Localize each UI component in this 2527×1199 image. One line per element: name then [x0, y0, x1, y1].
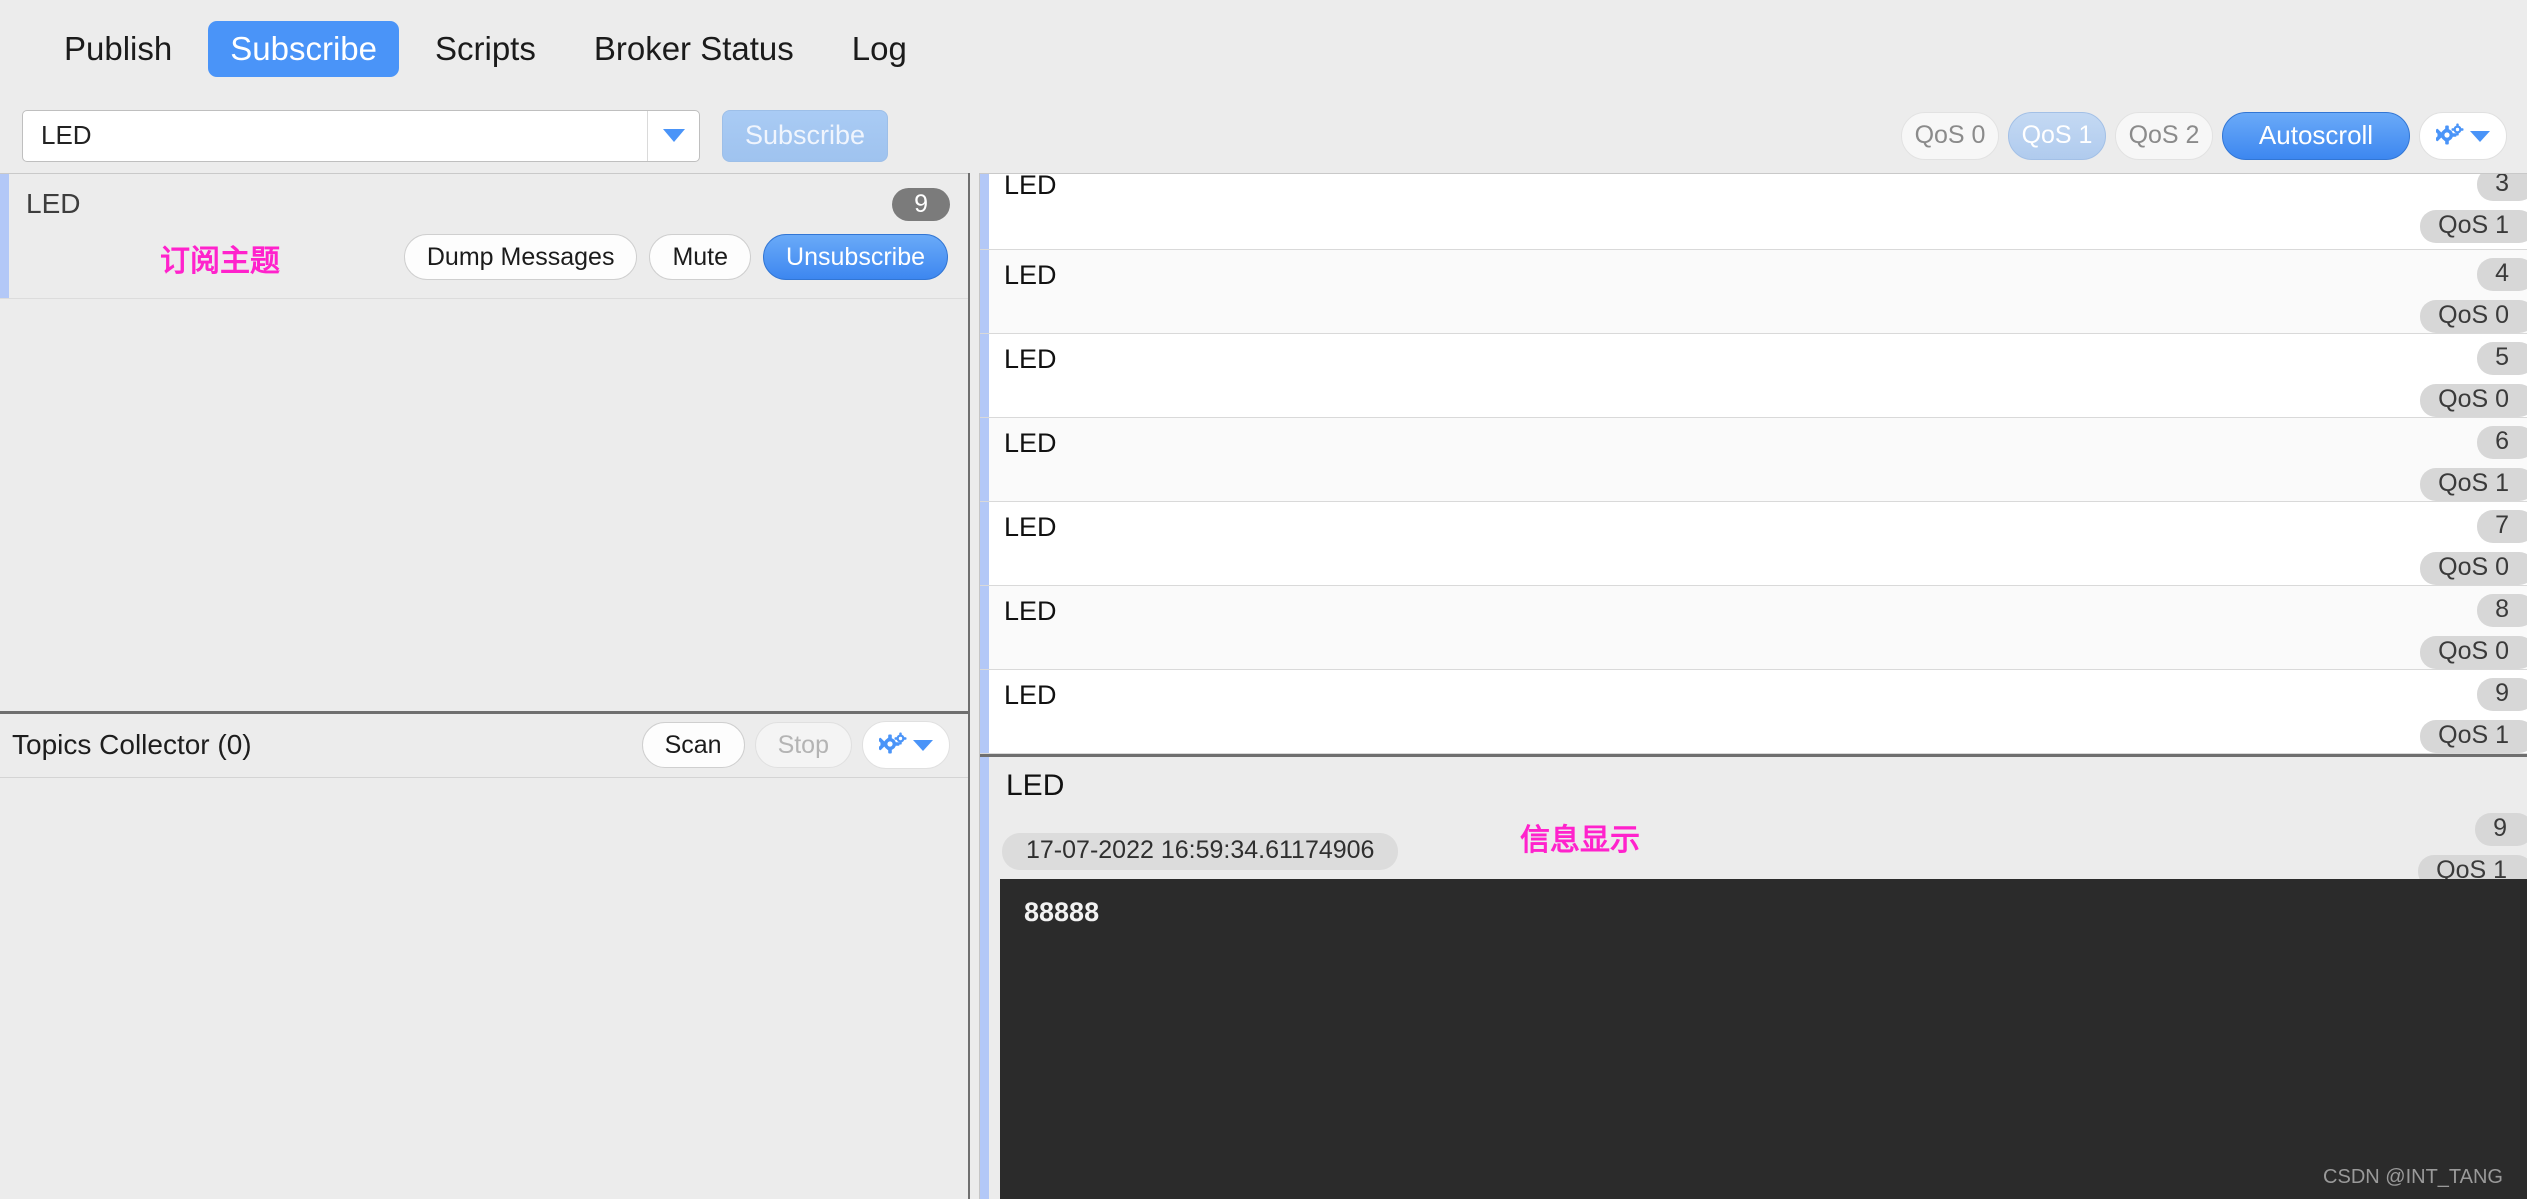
- message-qos-badge: QoS 1: [2420, 468, 2527, 501]
- topics-collector-body: [0, 778, 968, 1199]
- message-row[interactable]: LED 8 QoS 0: [980, 586, 2527, 670]
- stop-button: Stop: [755, 722, 852, 768]
- message-accent-bar: [980, 586, 989, 669]
- chevron-down-icon: [912, 737, 934, 753]
- payload-viewer[interactable]: 88888 CSDN @INT_TANG: [1000, 879, 2527, 1199]
- main-navbar: Publish Subscribe Scripts Broker Status …: [0, 0, 2527, 98]
- scan-button[interactable]: Scan: [642, 722, 745, 768]
- message-qos-badge: QoS 0: [2420, 552, 2527, 585]
- vertical-splitter[interactable]: [968, 173, 980, 1199]
- message-index-badge: 5: [2477, 342, 2527, 375]
- chevron-down-icon: [2469, 128, 2491, 144]
- message-index-badge: 6: [2477, 426, 2527, 459]
- dump-messages-button[interactable]: Dump Messages: [404, 234, 638, 280]
- message-topic: LED: [1004, 428, 1057, 459]
- mute-button[interactable]: Mute: [649, 234, 751, 280]
- qos-1-button[interactable]: QoS 1: [2008, 112, 2106, 160]
- messages-list[interactable]: LED 3 QoS 1 LED 4 QoS 0 LED 5 QoS 0 LED …: [980, 174, 2527, 754]
- subscribe-annotation-label: 订阅主题: [160, 236, 280, 280]
- topics-collector-title: Topics Collector (0): [12, 729, 252, 761]
- message-index-badge: 3: [2477, 174, 2527, 201]
- message-qos-badge: QoS 1: [2420, 210, 2527, 243]
- message-row[interactable]: LED 5 QoS 0: [980, 334, 2527, 418]
- message-topic: LED: [1004, 344, 1057, 375]
- message-index-badge: 8: [2477, 594, 2527, 627]
- payload-text: 88888: [1024, 897, 1099, 927]
- message-accent-bar: [980, 334, 989, 417]
- toolbar-right-group: QoS 0 QoS 1 QoS 2 Autoscroll: [1901, 112, 2507, 160]
- message-row[interactable]: LED 3 QoS 1: [980, 174, 2527, 250]
- message-qos-badge: QoS 0: [2420, 384, 2527, 417]
- nav-item-log[interactable]: Log: [830, 21, 929, 77]
- topics-collector-panel: Topics Collector (0) Scan Stop: [0, 711, 968, 1199]
- subscription-topic: LED: [26, 188, 80, 220]
- detail-index-badge: 9: [2475, 813, 2527, 846]
- detail-annotation-label: 信息显示: [1520, 815, 1640, 859]
- nav-item-scripts[interactable]: Scripts: [413, 21, 558, 77]
- message-accent-bar: [980, 174, 989, 249]
- subscription-count-badge: 9: [892, 188, 950, 221]
- main-split: LED 9 订阅主题 Dump Messages Mute Unsubscrib…: [0, 173, 2527, 1199]
- message-index-badge: 9: [2477, 678, 2527, 711]
- message-topic: LED: [1004, 174, 1057, 201]
- qos-2-button[interactable]: QoS 2: [2115, 112, 2213, 160]
- message-accent-bar: [980, 670, 989, 753]
- message-topic: LED: [1004, 680, 1057, 711]
- toolbar-settings-button[interactable]: [2419, 112, 2507, 160]
- message-topic: LED: [1004, 596, 1057, 627]
- subscription-item[interactable]: LED 9 订阅主题 Dump Messages Mute Unsubscrib…: [0, 174, 968, 299]
- message-qos-badge: QoS 0: [2420, 636, 2527, 669]
- left-pane: LED 9 订阅主题 Dump Messages Mute Unsubscrib…: [0, 173, 968, 1199]
- nav-item-subscribe[interactable]: Subscribe: [208, 21, 399, 77]
- unsubscribe-button[interactable]: Unsubscribe: [763, 234, 948, 280]
- message-row[interactable]: LED 9 QoS 1: [980, 670, 2527, 754]
- detail-topic: LED: [1006, 769, 1064, 803]
- message-accent-bar: [980, 250, 989, 333]
- subscription-accent-bar: [0, 174, 9, 298]
- message-topic: LED: [1004, 260, 1057, 291]
- subscribe-toolbar: LED Subscribe QoS 0 QoS 1 QoS 2 Autoscro…: [0, 98, 2527, 173]
- watermark-label: CSDN @INT_TANG: [2323, 1166, 2503, 1189]
- message-index-badge: 7: [2477, 510, 2527, 543]
- topic-combobox[interactable]: LED: [22, 110, 700, 162]
- subscription-actions: Dump Messages Mute Unsubscribe: [404, 234, 948, 280]
- message-row[interactable]: LED 6 QoS 1: [980, 418, 2527, 502]
- topics-collector-bar: Topics Collector (0) Scan Stop: [0, 714, 968, 778]
- subscriptions-list: LED 9 订阅主题 Dump Messages Mute Unsubscrib…: [0, 174, 968, 711]
- topic-input[interactable]: LED: [23, 120, 647, 151]
- detail-header: LED 信息显示 17-07-2022 16:59:34.61174906 9 …: [980, 757, 2527, 879]
- message-index-badge: 4: [2477, 258, 2527, 291]
- gear-icon: [2436, 122, 2466, 150]
- topics-collector-actions: Scan Stop: [642, 721, 950, 769]
- message-row[interactable]: LED 4 QoS 0: [980, 250, 2527, 334]
- message-qos-badge: QoS 1: [2420, 720, 2527, 753]
- nav-item-publish[interactable]: Publish: [42, 21, 194, 77]
- collector-settings-button[interactable]: [862, 721, 950, 769]
- message-accent-bar: [980, 502, 989, 585]
- message-qos-badge: QoS 0: [2420, 300, 2527, 333]
- qos-0-button[interactable]: QoS 0: [1901, 112, 1999, 160]
- gear-icon: [879, 731, 909, 759]
- message-detail-panel: LED 信息显示 17-07-2022 16:59:34.61174906 9 …: [980, 754, 2527, 1199]
- detail-accent-bar: [980, 757, 989, 1199]
- nav-item-broker-status[interactable]: Broker Status: [572, 21, 816, 77]
- autoscroll-button[interactable]: Autoscroll: [2222, 112, 2410, 160]
- message-row[interactable]: LED 7 QoS 0: [980, 502, 2527, 586]
- chevron-down-icon: [663, 129, 685, 142]
- detail-timestamp: 17-07-2022 16:59:34.61174906: [1002, 833, 1398, 870]
- subscribe-button[interactable]: Subscribe: [722, 110, 888, 162]
- right-pane: LED 3 QoS 1 LED 4 QoS 0 LED 5 QoS 0 LED …: [980, 173, 2527, 1199]
- topic-dropdown-button[interactable]: [647, 111, 699, 161]
- message-topic: LED: [1004, 512, 1057, 543]
- message-accent-bar: [980, 418, 989, 501]
